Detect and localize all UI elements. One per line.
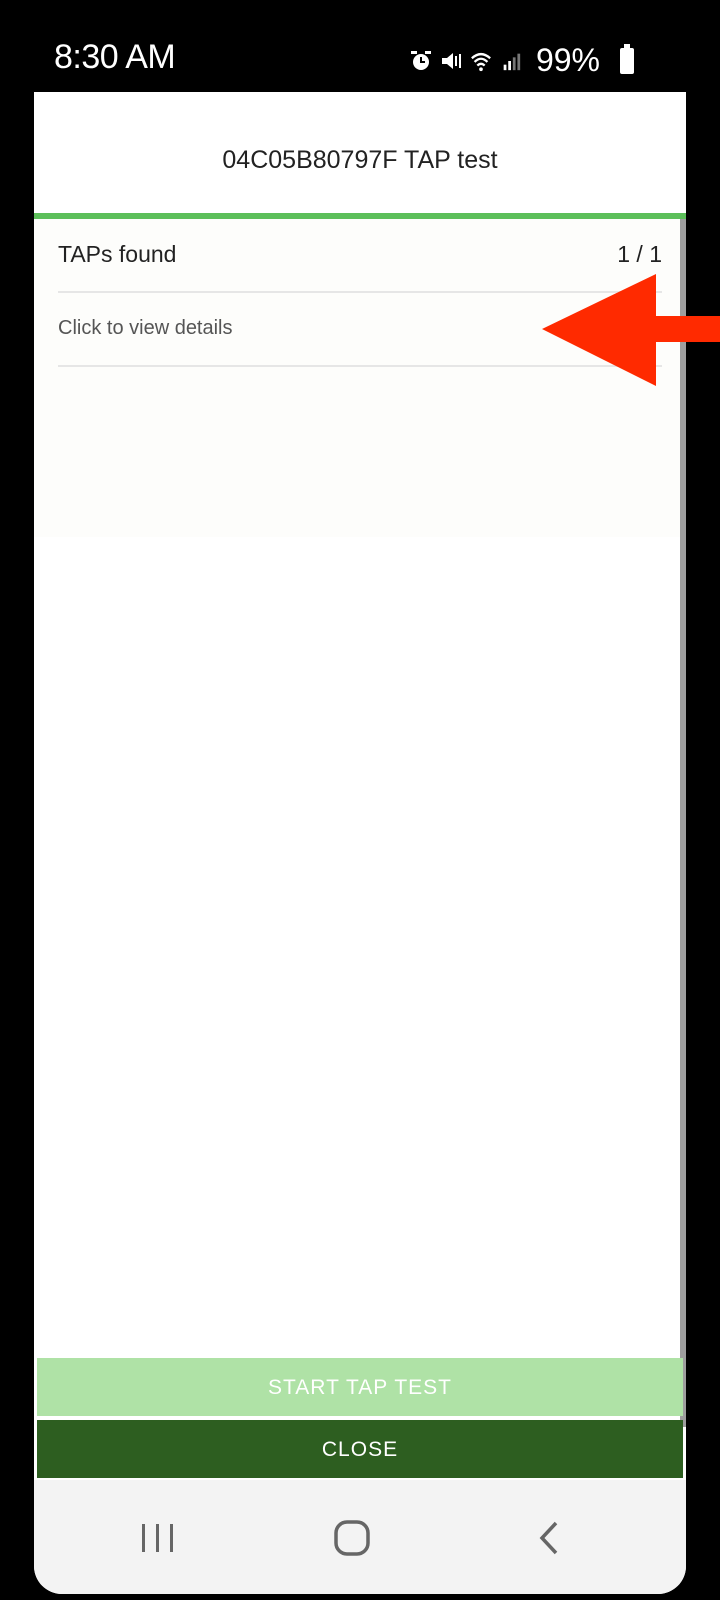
signal-icon — [503, 53, 521, 70]
red-arrow-icon — [542, 274, 720, 386]
close-button[interactable]: CLOSE — [37, 1420, 683, 1478]
taps-found-count: 1 / 1 — [617, 241, 662, 267]
navigation-bar — [34, 1480, 686, 1594]
home-icon[interactable] — [330, 1520, 374, 1556]
dialog-header: 04C05B80797F TAP test — [34, 92, 686, 213]
view-details-label: Click to view details — [58, 317, 233, 339]
status-icons: 99% — [410, 42, 634, 79]
alarm-icon — [410, 50, 431, 70]
taps-found-label: TAPs found — [58, 241, 177, 267]
battery-icon — [620, 43, 634, 74]
start-tap-test-button[interactable]: START TAP TEST — [37, 1358, 683, 1416]
scroll-indicator — [680, 219, 686, 1427]
phone-frame: 8:30 AM 99% 04C05B80797F TAP test TAPs f… — [0, 0, 720, 1600]
battery-percent: 99% — [535, 42, 600, 78]
back-icon[interactable] — [528, 1520, 572, 1556]
wifi-icon — [471, 52, 491, 71]
recent-apps-icon[interactable] — [136, 1520, 180, 1556]
page-title: 04C05B80797F TAP test — [222, 146, 498, 174]
status-time: 8:30 AM — [54, 38, 176, 76]
status-bar: 8:30 AM 99% — [0, 0, 720, 92]
mute-icon — [441, 52, 461, 69]
